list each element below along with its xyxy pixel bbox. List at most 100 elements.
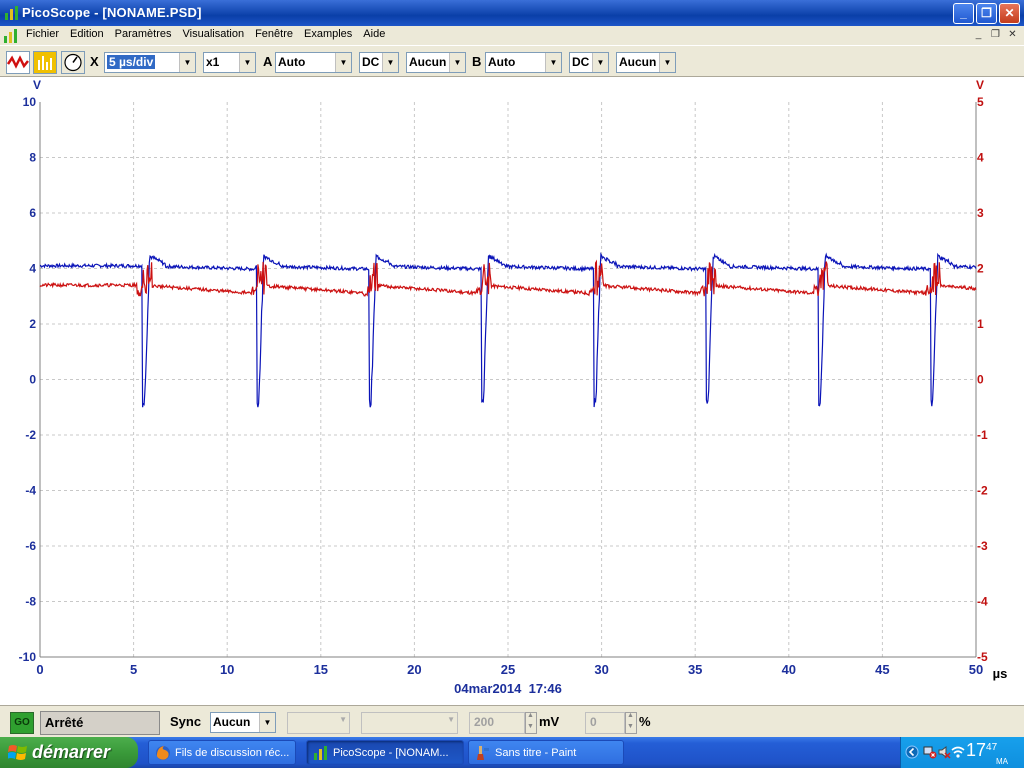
run-state-field: Arrêté	[40, 711, 160, 735]
meter-dial-icon	[64, 53, 82, 72]
multiplier-select[interactable]: x1 ▼	[203, 52, 256, 73]
trigger-bar: GO Arrêté Sync Aucun ▼ ▼ ▼ 200 mV 0 %	[0, 705, 1024, 737]
right-axis-tick-label: -4	[977, 595, 988, 609]
delay-spinner[interactable]	[625, 712, 637, 734]
menu-item-edition[interactable]: Edition	[70, 28, 104, 40]
sync-select[interactable]: Aucun ▼	[210, 712, 276, 733]
meter-mode-button[interactable]	[61, 51, 85, 74]
channel-a-coupling-select[interactable]: DC ▼	[359, 52, 399, 73]
right-axis-tick-label: -1	[977, 428, 988, 442]
x-axis-tick-label: 50	[969, 662, 983, 677]
doc-restore-button[interactable]: ❐	[988, 28, 1003, 42]
tray-expand-icon[interactable]	[905, 745, 919, 759]
taskbar: démarrer Fils de discussion réc... PicoS…	[0, 737, 1024, 768]
channel-b-range-select[interactable]: Auto ▼	[485, 52, 562, 73]
timebase-select[interactable]: 5 µs/div ▼	[104, 52, 196, 73]
timebase-x-label: X	[90, 54, 99, 69]
minimize-button[interactable]: _	[953, 3, 974, 24]
chevron-down-icon: ▼	[449, 53, 465, 72]
paint-icon	[477, 746, 489, 760]
x-axis-tick-label: 20	[407, 662, 421, 677]
window-title: PicoScope - [NONAME.PSD]	[22, 5, 202, 20]
threshold-input[interactable]: 200	[469, 712, 525, 734]
threshold-spinner[interactable]	[525, 712, 537, 734]
maximize-button[interactable]: ❐	[976, 3, 997, 24]
menu-item-fenetre[interactable]: Fenêtre	[255, 28, 293, 40]
document-icon[interactable]	[3, 27, 21, 44]
threshold-unit: mV	[539, 714, 560, 729]
left-axis-tick-label: -2	[25, 428, 36, 442]
wifi-icon[interactable]	[951, 745, 965, 759]
chevron-down-icon: ▼	[239, 53, 255, 72]
channel-a-range-select[interactable]: Auto ▼	[275, 52, 352, 73]
left-axis-tick-label: 4	[29, 262, 36, 276]
window-titlebar[interactable]: PicoScope - [NONAME.PSD] _ ❐ ✕	[0, 0, 1024, 26]
left-axis-tick-label: 8	[29, 151, 36, 165]
picoscope-icon	[314, 746, 327, 760]
right-axis-tick-label: 1	[977, 317, 984, 331]
spectrum-bars-icon	[34, 52, 56, 73]
sync-label: Sync	[170, 714, 202, 729]
x-axis-tick-label: 45	[875, 662, 889, 677]
start-button[interactable]: démarrer	[0, 737, 138, 768]
right-axis-tick-label: -3	[977, 539, 988, 553]
left-axis-tick-label: -8	[25, 595, 36, 609]
channel-b-coupling-select[interactable]: DC ▼	[569, 52, 609, 73]
doc-close-button[interactable]: ✕	[1005, 28, 1020, 42]
trigger-direction-select[interactable]: ▼	[361, 712, 458, 734]
taskbar-item-firefox[interactable]: Fils de discussion réc...	[148, 740, 296, 765]
right-axis-tick-label: 5	[977, 95, 984, 109]
left-axis-tick-label: 2	[29, 317, 36, 331]
right-axis-unit: V	[976, 78, 984, 92]
close-button[interactable]: ✕	[999, 3, 1020, 24]
left-axis-tick-label: 10	[23, 95, 37, 109]
left-axis-unit: V	[33, 78, 41, 92]
x-axis-unit: µs	[993, 666, 1008, 681]
taskbar-clock[interactable]: 1747 MA	[966, 740, 1008, 766]
menu-item-fichier[interactable]: Fichier	[26, 28, 59, 40]
volume-icon[interactable]	[937, 745, 951, 759]
x-axis-tick-label: 5	[130, 662, 137, 677]
windows-flag-icon	[8, 745, 27, 760]
taskbar-item-picoscope[interactable]: PicoScope - [NONAM...	[306, 740, 464, 765]
go-button[interactable]: GO	[10, 712, 34, 734]
network-alert-icon[interactable]	[923, 745, 937, 759]
scope-mode-button[interactable]	[6, 51, 30, 74]
right-axis-tick-label: 0	[977, 373, 984, 387]
x-axis-tick-label: 30	[594, 662, 608, 677]
trigger-channel-select[interactable]: ▼	[287, 712, 350, 734]
chevron-down-icon: ▼	[259, 713, 275, 732]
right-axis-tick-label: 4	[977, 151, 984, 165]
doc-minimize-button[interactable]: _	[971, 28, 986, 42]
menu-item-aide[interactable]: Aide	[363, 28, 385, 40]
left-axis-tick-label: -4	[25, 484, 36, 498]
right-axis-tick-label: 2	[977, 262, 984, 276]
x-axis-tick-label: 25	[501, 662, 515, 677]
scope-display[interactable]: V V 10 8 6 4 2 0 -2 -4 -6 -8 -10 5 4 3 2 1 0 -1 -2 -3 -4 -5 0 5 10…	[0, 77, 1024, 705]
menu-item-parametres[interactable]: Paramètres	[115, 28, 172, 40]
spectrum-mode-button[interactable]	[33, 51, 57, 74]
channel-a-filter-select[interactable]: Aucun ▼	[406, 52, 466, 73]
menu-item-examples[interactable]: Examples	[304, 28, 352, 40]
x-axis-tick-label: 10	[220, 662, 234, 677]
left-axis-tick-label: -10	[19, 650, 37, 664]
menu-item-visualisation[interactable]: Visualisation	[183, 28, 245, 40]
chevron-down-icon: ▼	[382, 53, 398, 72]
x-axis-tick-label: 35	[688, 662, 702, 677]
start-label: démarrer	[32, 742, 111, 762]
left-axis-tick-label: 0	[29, 373, 36, 387]
toolbar: X 5 µs/div ▼ x1 ▼ A Auto ▼ DC ▼ Aucun ▼ …	[0, 45, 1024, 77]
taskbar-item-paint[interactable]: Sans titre - Paint	[468, 740, 624, 765]
left-axis-tick-label: -6	[25, 539, 36, 553]
channel-b-filter-select[interactable]: Aucun ▼	[616, 52, 676, 73]
oscilloscope-chart[interactable]: V V1086420-2-4-6-8-10543210-1-2-3-4-50 5 10…	[0, 77, 1024, 705]
chevron-down-icon: ▼	[447, 715, 455, 724]
left-axis-tick-label: 6	[29, 206, 36, 220]
picoscope-icon	[5, 6, 18, 20]
delay-unit: %	[639, 714, 651, 729]
x-axis-tick-label: 15	[314, 662, 328, 677]
chevron-down-icon: ▼	[659, 53, 675, 72]
chevron-down-icon: ▼	[592, 53, 608, 72]
delay-input[interactable]: 0	[585, 712, 625, 734]
firefox-icon	[156, 746, 170, 760]
